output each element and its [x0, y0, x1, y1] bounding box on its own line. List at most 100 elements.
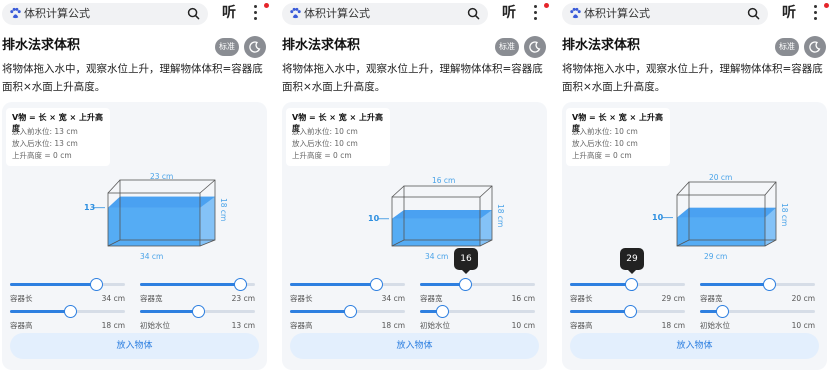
search-bar[interactable]: 体积计算公式 [562, 3, 768, 25]
slider-value: 16 cm [511, 294, 535, 303]
slider-thumb[interactable] [64, 305, 77, 318]
notification-dot [264, 3, 269, 8]
listen-button[interactable]: 听 [502, 5, 516, 21]
description: 将物体拖入水中，观察水位上升，理解物体体积=容器底面积×水面上升高度。 [282, 63, 543, 93]
put-object-button[interactable]: 放入物体 [10, 333, 259, 359]
description: 将物体拖入水中，观察水位上升，理解物体体积=容器底面积×水面上升高度。 [2, 63, 263, 93]
formula-box: V物 = 长 × 宽 × 上升高度 放入前水位: 13 cm 放入后水位: 13… [6, 108, 110, 166]
slider-value: 34 cm [101, 294, 125, 303]
slider-thumb[interactable] [344, 305, 357, 318]
container-length-slider[interactable]: 容器长 34 cm [10, 278, 125, 308]
top-bar: 体积计算公式 听 [280, 0, 551, 28]
width-dimension-label: 20 cm [709, 173, 733, 182]
standard-mode-button[interactable]: 标准 [495, 38, 519, 56]
water-after: 放入后水位: 13 cm [12, 139, 78, 148]
search-icon[interactable] [187, 7, 200, 20]
standard-mode-button[interactable]: 标准 [215, 38, 239, 56]
container-width-slider[interactable]: 容器宽 16 cm [420, 278, 535, 308]
slider-thumb[interactable] [192, 305, 205, 318]
slider-value: 34 cm [381, 294, 405, 303]
container-width-slider[interactable]: 容器宽 23 cm [140, 278, 255, 308]
top-bar: 体积计算公式 听 [560, 0, 831, 28]
water-before: 放入前水位: 10 cm [572, 127, 638, 136]
container-length-slider[interactable]: 容器长 34 cm [290, 278, 405, 308]
width-dimension-label: 23 cm [150, 172, 174, 181]
slider-thumb[interactable] [90, 278, 103, 291]
listen-button[interactable]: 听 [222, 5, 236, 21]
search-icon[interactable] [467, 7, 480, 20]
slider-thumb[interactable] [459, 278, 472, 291]
dark-mode-button[interactable] [524, 36, 546, 58]
height-dimension-label: 18 cm [496, 204, 505, 228]
more-icon[interactable] [808, 5, 822, 23]
moon-icon [529, 41, 541, 53]
water-rise: 上升高度 = 0 cm [292, 151, 352, 160]
slider-label: 初始水位 [140, 321, 170, 330]
paw-logo-icon [290, 7, 301, 19]
water-rise: 上升高度 = 0 cm [12, 151, 72, 160]
water-before: 放入前水位: 10 cm [292, 127, 358, 136]
formula-box: V物 = 长 × 宽 × 上升高度 放入前水位: 10 cm 放入后水位: 10… [286, 108, 390, 166]
height-dimension-label: 18 cm [780, 203, 789, 227]
slider-label: 初始水位 [700, 321, 730, 330]
put-object-button[interactable]: 放入物体 [570, 333, 819, 359]
notification-dot [824, 3, 829, 8]
search-bar[interactable]: 体积计算公式 [2, 3, 208, 25]
paw-logo-icon [570, 7, 581, 19]
dark-mode-button[interactable] [244, 36, 266, 58]
notification-dot [544, 3, 549, 8]
container-width-slider[interactable]: 容器宽 20 cm [700, 278, 815, 308]
formula-box: V物 = 长 × 宽 × 上升高度 放入前水位: 10 cm 放入后水位: 10… [566, 108, 670, 166]
slider-value: 20 cm [791, 294, 815, 303]
slider-value: 23 cm [231, 294, 255, 303]
more-icon[interactable] [528, 5, 542, 23]
initial-water-level-slider[interactable]: 初始水位 13 cm [140, 305, 255, 335]
search-text: 体积计算公式 [24, 7, 90, 20]
moon-icon [809, 41, 821, 53]
water-level-value: 10 [652, 212, 664, 222]
container-length-slider[interactable]: 容器长 29 cm [570, 278, 685, 308]
slider-value-tooltip: 29 [620, 248, 644, 274]
slider-label: 初始水位 [420, 321, 450, 330]
put-object-button[interactable]: 放入物体 [290, 333, 539, 359]
search-icon[interactable] [747, 7, 760, 20]
slider-fill [10, 283, 96, 286]
slider-fill [140, 283, 240, 286]
slider-thumb[interactable] [716, 305, 729, 318]
slider-label: 容器宽 [420, 294, 443, 303]
search-text: 体积计算公式 [304, 7, 370, 20]
slider-label: 容器长 [570, 294, 593, 303]
water-before: 放入前水位: 13 cm [12, 127, 78, 136]
container-height-slider[interactable]: 容器高 18 cm [290, 305, 405, 335]
slider-thumb[interactable] [370, 278, 383, 291]
listen-button[interactable]: 听 [782, 5, 796, 21]
page-title: 排水法求体积 [2, 38, 81, 53]
slider-thumb[interactable] [234, 278, 247, 291]
moon-icon [249, 41, 261, 53]
length-dimension-label: 34 cm [140, 252, 164, 261]
container-height-slider[interactable]: 容器高 18 cm [10, 305, 125, 335]
container-height-slider[interactable]: 容器高 18 cm [570, 305, 685, 335]
initial-water-level-slider[interactable]: 初始水位 10 cm [700, 305, 815, 335]
more-icon[interactable] [248, 5, 262, 23]
slider-value: 13 cm [231, 321, 255, 330]
slider-fill [570, 283, 631, 286]
description: 将物体拖入水中，观察水位上升，理解物体体积=容器底面积×水面上升高度。 [562, 63, 823, 93]
slider-fill [290, 310, 350, 313]
dark-mode-button[interactable] [804, 36, 826, 58]
search-bar[interactable]: 体积计算公式 [282, 3, 488, 25]
page-title: 排水法求体积 [282, 38, 361, 53]
water-after: 放入后水位: 10 cm [572, 139, 638, 148]
water-rise: 上升高度 = 0 cm [572, 151, 632, 160]
slider-thumb[interactable] [624, 305, 637, 318]
slider-thumb[interactable] [436, 305, 449, 318]
slider-label: 容器长 [290, 294, 313, 303]
water-level-value: 10 [368, 213, 380, 223]
slider-thumb[interactable] [763, 278, 776, 291]
slider-label: 容器长 [10, 294, 33, 303]
slider-thumb[interactable] [625, 278, 638, 291]
initial-water-level-slider[interactable]: 初始水位 10 cm [420, 305, 535, 335]
slider-fill [140, 310, 198, 313]
standard-mode-button[interactable]: 标准 [775, 38, 799, 56]
height-dimension-label: 18 cm [219, 198, 228, 222]
